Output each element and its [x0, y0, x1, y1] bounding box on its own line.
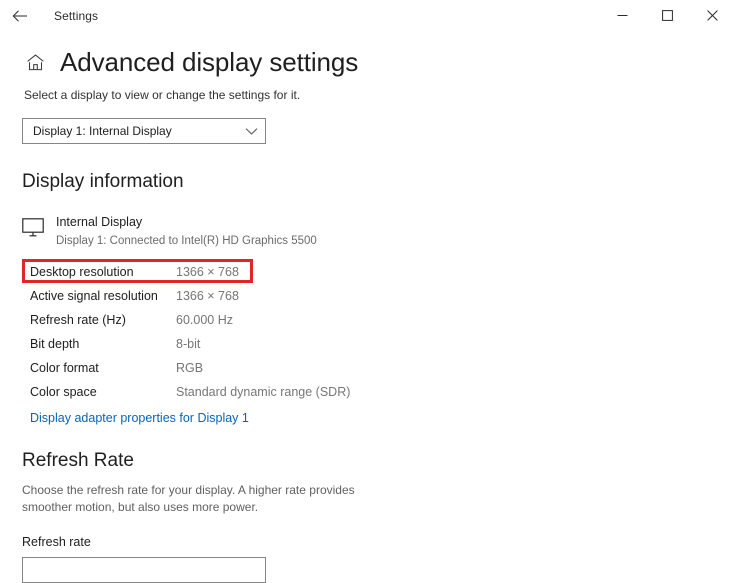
info-label: Bit depth	[30, 337, 80, 351]
refresh-rate-description: Choose the refresh rate for your display…	[22, 483, 355, 514]
refresh-rate-field-label: Refresh rate	[22, 535, 91, 549]
chevron-down-icon	[237, 127, 265, 136]
info-label: Color space	[30, 385, 97, 399]
info-value: 8-bit	[176, 337, 201, 351]
info-label: Active signal resolution	[30, 289, 158, 303]
info-value: Standard dynamic range (SDR)	[176, 385, 351, 399]
display-name: Internal Display	[56, 215, 143, 229]
display-connection: Display 1: Connected to Intel(R) HD Grap…	[56, 235, 317, 247]
page-title-row: Advanced display settings	[22, 45, 715, 79]
info-label: Color format	[30, 361, 99, 375]
monitor-icon	[22, 215, 56, 248]
info-value: 1366 × 768	[176, 289, 239, 303]
back-arrow-icon	[12, 9, 28, 23]
home-icon[interactable]	[22, 49, 48, 75]
page-title: Advanced display settings	[60, 46, 359, 77]
display-selector-dropdown[interactable]: Display 1: Internal Display	[22, 118, 266, 144]
table-row: Refresh rate (Hz) 60.000 Hz	[22, 308, 715, 332]
display-adapter-properties-link[interactable]: Display adapter properties for Display 1	[30, 411, 249, 425]
info-value: 60.000 Hz	[176, 313, 233, 327]
display-info-table: Desktop resolution 1366 × 768 Active sig…	[22, 259, 715, 404]
window-titlebar: Settings	[0, 0, 735, 31]
refresh-rate-dropdown[interactable]	[22, 557, 266, 583]
window-controls	[600, 0, 735, 31]
settings-page: Advanced display settings Select a displ…	[0, 45, 735, 583]
minimize-button[interactable]	[600, 0, 645, 31]
page-subtitle: Select a display to view or change the s…	[24, 88, 301, 102]
display-selector-value: Display 1: Internal Display	[33, 124, 172, 138]
table-row: Bit depth 8-bit	[22, 332, 715, 356]
info-value: 1366 × 768	[176, 265, 239, 279]
table-row: Active signal resolution 1366 × 768	[22, 284, 715, 308]
close-icon	[707, 10, 718, 21]
table-row: Color space Standard dynamic range (SDR)	[22, 380, 715, 404]
maximize-button[interactable]	[645, 0, 690, 31]
table-row: Color format RGB	[22, 356, 715, 380]
maximize-icon	[662, 10, 673, 21]
info-label: Desktop resolution	[30, 265, 134, 279]
display-information-heading: Display information	[22, 171, 184, 192]
display-summary: Internal Display Display 1: Connected to…	[22, 215, 715, 249]
app-title: Settings	[54, 8, 99, 23]
refresh-rate-heading: Refresh Rate	[22, 450, 134, 471]
minimize-icon	[617, 10, 628, 21]
info-label: Refresh rate (Hz)	[30, 313, 126, 327]
info-value: RGB	[176, 361, 204, 375]
close-button[interactable]	[690, 0, 735, 31]
table-row: Desktop resolution 1366 × 768	[22, 259, 715, 284]
back-button[interactable]	[0, 0, 40, 31]
